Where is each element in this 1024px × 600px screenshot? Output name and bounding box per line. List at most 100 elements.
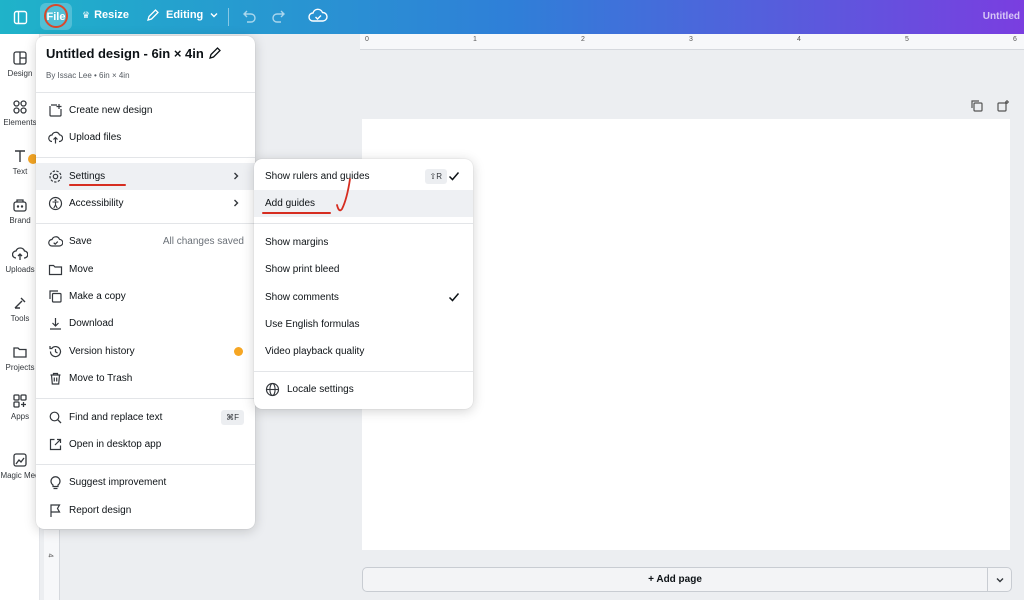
page-tools [970,99,1010,113]
editing-label: Editing [166,9,204,21]
menu-divider [36,157,255,158]
video-playback-quality-item[interactable]: Video playback quality [254,338,473,365]
show-margins-item[interactable]: Show margins [254,229,473,256]
download-item[interactable]: Download [36,310,255,337]
vertical-ruler[interactable]: 4 [44,530,60,600]
sidebar-item-uploads[interactable]: Uploads [0,246,40,286]
save-status: All changes saved [162,236,244,247]
file-menu: Untitled design - 6in × 4in By Issac Lee… [36,36,255,529]
design-title[interactable]: Untitled [983,11,1020,22]
find-replace-item[interactable]: Find and replace text ⌘F [36,404,255,431]
menu-item-label: Move to Trash [69,373,133,384]
menu-divider [36,92,255,93]
add-guides-annotation-underline [262,212,331,214]
sidebar-item-projects[interactable]: Projects [0,344,40,384]
show-comments-item[interactable]: Show comments [254,284,473,311]
create-new-design-item[interactable]: Create new design [36,97,255,124]
menu-item-label: Make a copy [69,291,126,302]
brand-icon [13,199,27,212]
add-page-button[interactable]: + Add page [362,567,988,592]
menu-item-label: Save [69,236,92,247]
ruler-tick: 4 [797,36,801,43]
add-page-icon[interactable] [996,99,1010,113]
sidebar-item-magic-media[interactable]: Magic Med [0,452,40,492]
cloud-save-button[interactable] [308,7,328,28]
editing-mode-button[interactable]: Editing [146,8,219,22]
chevron-down-icon [210,13,218,18]
menu-item-label: Version history [69,346,135,357]
menu-item-label: Create new design [69,105,153,116]
history-icon [49,345,62,358]
menu-item-label: Show margins [265,237,329,248]
sidebar-label: Apps [10,412,30,421]
ruler-tick: 4 [46,553,54,558]
sidebar-label: Magic Med [0,471,40,480]
external-link-icon [49,438,62,451]
chevron-right-icon [234,172,239,180]
globe-icon [265,382,280,397]
resize-label: Resize [94,9,129,21]
sidebar-item-elements[interactable]: Elements [0,99,40,139]
top-bar: File ♛ Resize Editing Untitled [0,0,1024,34]
ruler-tick: 3 [689,36,693,43]
sidebar-item-brand[interactable]: Brand [0,197,40,237]
suggest-improvement-item[interactable]: Suggest improvement [36,469,255,496]
sidebar-item-design[interactable]: Design [0,50,40,90]
cloud-check-icon [48,236,63,247]
rename-button[interactable] [208,46,222,63]
show-print-bleed-item[interactable]: Show print bleed [254,256,473,283]
menu-item-label: Settings [69,171,106,182]
redo-icon [272,10,285,23]
menu-item-label: Accessibility [69,198,124,209]
trash-icon [50,372,61,385]
uploads-icon [12,247,28,260]
menu-item-label: Upload files [69,132,122,143]
annotation-checkmark-stroke [336,178,351,212]
create-design-icon [49,104,62,117]
design-icon [13,51,27,65]
shortcut-badge: ⌘F [221,410,244,425]
menu-item-label: Show print bleed [265,264,340,275]
move-to-trash-item[interactable]: Move to Trash [36,365,255,392]
make-copy-item[interactable]: Make a copy [36,283,255,310]
version-history-item[interactable]: Version history [36,338,255,365]
save-item[interactable]: Save All changes saved [36,228,255,255]
sidebar-toggle-icon[interactable] [5,2,35,32]
sidebar-item-tools[interactable]: Tools [0,295,40,335]
file-menu-button[interactable]: File [40,3,72,30]
horizontal-ruler[interactable]: 0 1 2 3 4 5 6 [360,34,1024,50]
move-item[interactable]: Move [36,256,255,283]
upload-files-item[interactable]: Upload files [36,124,255,151]
sidebar-label: Elements [3,118,37,127]
menu-design-title: Untitled design - 6in × 4in [46,46,204,61]
add-page-options-button[interactable] [988,567,1012,592]
locale-settings-item[interactable]: Locale settings [254,376,473,403]
chevron-down-icon [996,577,1003,582]
resize-button[interactable]: ♛ Resize [82,9,129,21]
sidebar-label: Uploads [5,265,35,274]
pencil-icon [209,47,221,59]
redo-button[interactable] [270,7,288,28]
accessibility-item[interactable]: Accessibility [36,190,255,217]
menu-item-label: Video playback quality [265,346,365,357]
report-design-item[interactable]: Report design [36,497,255,524]
show-rulers-guides-item[interactable]: Show rulers and guides ⇧R [254,163,473,190]
menu-divider [36,223,255,224]
lightbulb-icon [50,476,61,490]
crown-icon: ♛ [82,9,91,20]
undo-button[interactable] [240,7,258,28]
sidebar-item-apps[interactable]: Apps [0,393,40,433]
text-icon [15,150,25,162]
menu-item-label: Suggest improvement [69,477,167,488]
ruler-tick: 6 [1013,36,1017,43]
premium-crown-icon [234,347,243,356]
sidebar-label: Design [7,69,33,78]
menu-item-label: Locale settings [287,384,354,395]
english-formulas-item[interactable]: Use English formulas [254,311,473,338]
ruler-tick: 5 [905,36,909,43]
duplicate-page-icon[interactable] [970,99,984,113]
magic-media-icon [13,453,27,467]
menu-item-label: Open in desktop app [69,439,162,450]
open-desktop-app-item[interactable]: Open in desktop app [36,431,255,458]
settings-submenu: Show rulers and guides ⇧R Add guides Sho… [254,159,473,409]
